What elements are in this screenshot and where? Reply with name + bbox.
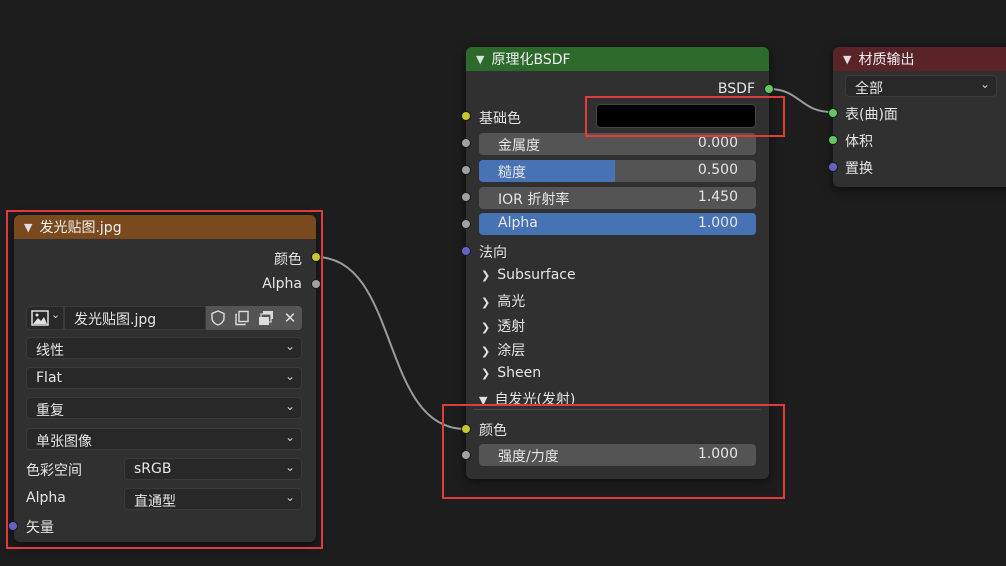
alpha-socket[interactable] [461,219,471,229]
displacement-input-socket[interactable] [828,162,838,172]
metallic-socket[interactable] [461,138,471,148]
alpha-output-socket[interactable] [311,279,321,289]
normal-socket[interactable] [461,246,471,256]
emission-strength-socket[interactable] [461,450,471,460]
bsdf-output-socket[interactable] [764,84,774,94]
link-color-to-emission [315,256,466,430]
color-output-socket[interactable] [311,252,321,262]
roughness-socket[interactable] [461,165,471,175]
vector-input-socket[interactable] [8,521,18,531]
emission-color-socket[interactable] [461,424,471,434]
link-bsdf-to-surface [768,88,833,113]
volume-input-socket[interactable] [828,135,838,145]
surface-input-socket[interactable] [828,108,838,118]
base-color-socket[interactable] [461,111,471,121]
ior-socket[interactable] [461,192,471,202]
node-links [315,88,833,430]
